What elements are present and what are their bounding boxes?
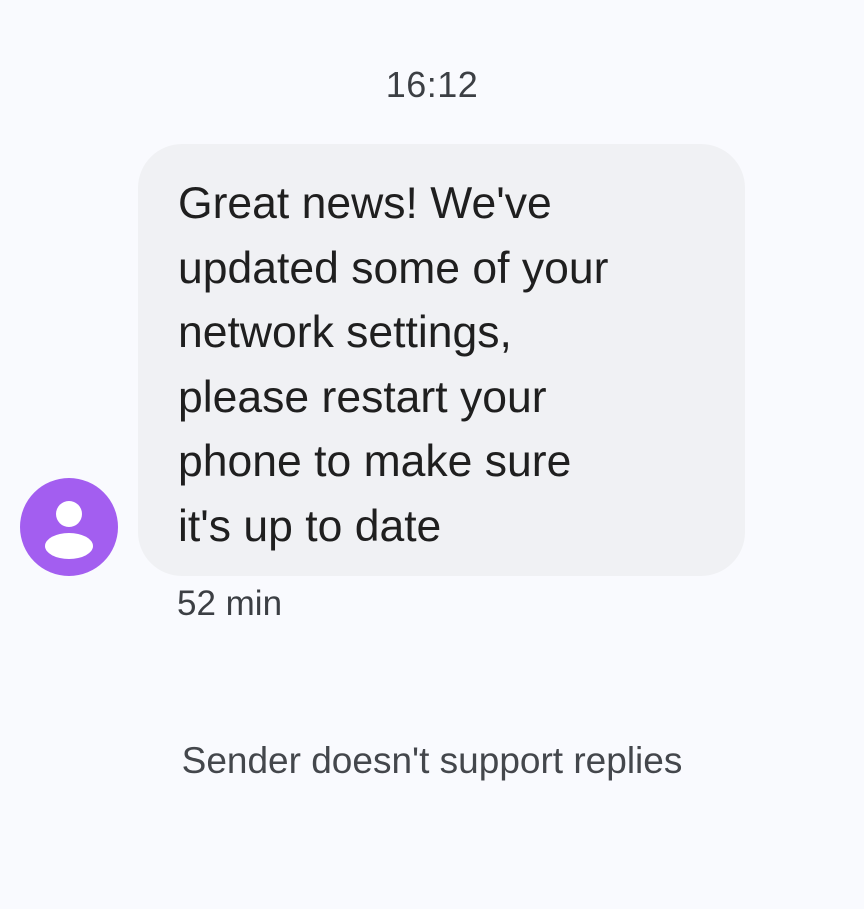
- message-text-line: it's up to date: [178, 501, 442, 551]
- conversation-screen: 16:12 Great news! We've updated some of …: [0, 0, 864, 909]
- message-text-line: network settings,: [178, 308, 512, 357]
- message-text-line: please restart your: [178, 372, 547, 422]
- person-icon: [45, 501, 93, 559]
- message-text-line: Great news! We've: [178, 179, 552, 228]
- message-bubble[interactable]: Great news! We've updated some of your n…: [138, 144, 745, 576]
- sender-avatar[interactable]: [20, 478, 118, 576]
- no-reply-notice: Sender doesn't support replies: [181, 740, 683, 781]
- date-header-timestamp: 16:12: [385, 64, 479, 105]
- message-text-line: updated some of your: [178, 243, 609, 293]
- message-age-label: 52 min: [177, 584, 283, 623]
- message-text-line: phone to make sure: [178, 437, 572, 486]
